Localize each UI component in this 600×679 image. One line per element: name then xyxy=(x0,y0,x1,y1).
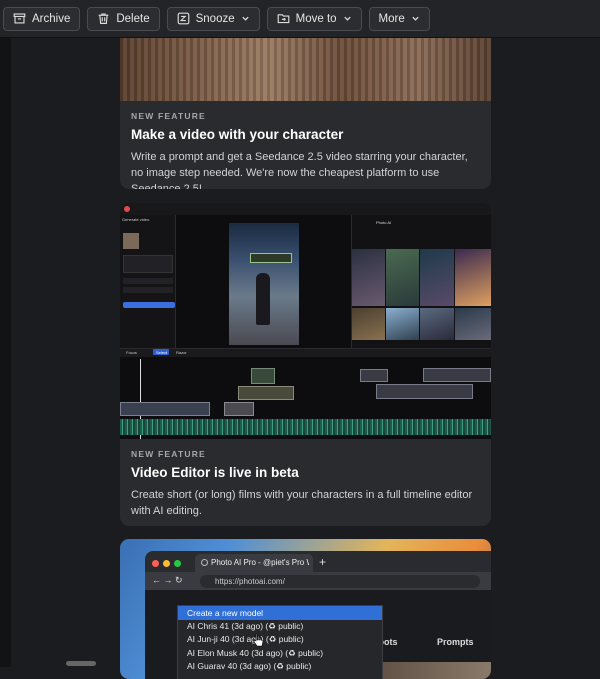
chevron-down-icon xyxy=(412,16,419,21)
feature-title: Video Editor is live in beta xyxy=(131,465,299,480)
airport-sign xyxy=(250,253,292,263)
settings-row xyxy=(123,287,173,293)
timeline-clip xyxy=(376,384,473,399)
archive-label: Archive xyxy=(32,12,71,25)
model-option: AI Chris 41 (3d ago) (♻ public) xyxy=(187,620,304,631)
trash-icon xyxy=(98,13,109,24)
media-thumb xyxy=(386,249,419,306)
archive-button[interactable]: Archive xyxy=(3,6,81,31)
chevron-down-icon xyxy=(241,16,249,21)
email-toolbar: Archive Delete Snooze Move to More xyxy=(0,0,600,38)
feature-image xyxy=(120,30,491,101)
timeline-clip xyxy=(238,386,294,400)
timeline-clip xyxy=(224,402,254,416)
desktop-wallpaper: Photo AI Pro - @piet's Pro Wo + ← → ↻ ht… xyxy=(120,539,491,679)
maximize-window-icon xyxy=(174,560,181,567)
chevron-down-icon xyxy=(343,16,351,21)
generate-video-button xyxy=(123,302,175,308)
media-thumb xyxy=(420,249,454,306)
feature-description: Write a prompt and get a Seedance 2.5 vi… xyxy=(131,151,468,189)
timeline-clip xyxy=(251,368,275,384)
timeline-clip xyxy=(120,402,210,416)
model-option: AI Elon Musk 40 (3d ago) (♻ public) xyxy=(187,647,324,658)
more-label: More xyxy=(378,12,405,25)
move-to-label: Move to xyxy=(295,12,337,25)
media-thumb xyxy=(455,308,491,340)
create-model-option: Create a new model xyxy=(178,606,382,620)
model-option: AI Jun-ji 40 (3d ago) (♻ public) xyxy=(187,634,304,645)
editor-topbar xyxy=(120,203,491,215)
horizontal-scrollbar[interactable] xyxy=(66,661,96,666)
panel-title: Generate video xyxy=(122,217,150,222)
move-to-button[interactable]: Move to xyxy=(266,6,362,31)
model-dropdown: Create a new model AI Chris 41 (3d ago) … xyxy=(177,605,383,679)
media-thumb xyxy=(420,308,454,340)
archive-icon xyxy=(13,13,26,24)
settings-row xyxy=(123,278,173,284)
browser-window: Photo AI Pro - @piet's Pro Wo + ← → ↻ ht… xyxy=(145,551,491,679)
media-tab: Photo AI xyxy=(376,220,392,225)
snooze-icon xyxy=(177,12,189,25)
close-window-icon xyxy=(152,560,159,567)
feature-card-video-editor[interactable]: Generate video Photo AI Focus Select Raz… xyxy=(120,203,491,526)
feature-card-photoai[interactable]: Photo AI Pro - @piet's Pro Wo + ← → ↻ ht… xyxy=(120,539,491,679)
timeline-clip xyxy=(360,369,388,382)
media-thumb xyxy=(386,308,419,340)
character-thumbnail xyxy=(123,233,139,249)
video-editor-screenshot: Generate video Photo AI Focus Select Raz… xyxy=(120,203,491,439)
new-tab-icon: + xyxy=(319,555,327,569)
nav-tab-prompts: Prompts xyxy=(437,637,474,647)
media-thumb xyxy=(352,308,385,340)
timeline-tool: Razor xyxy=(176,350,187,355)
prompt-box xyxy=(123,255,173,273)
feature-title: Make a video with your character xyxy=(131,127,344,142)
snooze-button[interactable]: Snooze xyxy=(166,6,260,31)
nav-arrows-icon: ← → ↻ xyxy=(152,575,183,585)
audio-waveform xyxy=(120,419,491,435)
app-logo-icon xyxy=(124,206,130,212)
tab-title: Photo AI Pro - @piet's Pro Wo xyxy=(211,558,309,567)
feature-description: Create short (or long) films with your c… xyxy=(131,489,473,517)
timeline-tool: Select xyxy=(156,350,168,355)
media-thumb xyxy=(352,249,385,306)
sidebar-edge xyxy=(0,38,11,667)
feature-tag: NEW FEATURE xyxy=(131,111,206,121)
snooze-label: Snooze xyxy=(195,12,235,25)
delete-label: Delete xyxy=(116,12,150,25)
timeline-clip xyxy=(423,368,491,382)
hand-cursor-icon xyxy=(253,633,264,647)
feature-tag: NEW FEATURE xyxy=(131,449,206,459)
timeline-tool: Focus xyxy=(126,350,137,355)
url-text: https://photoai.com/ xyxy=(215,577,285,586)
more-button[interactable]: More xyxy=(368,6,430,31)
minimize-window-icon xyxy=(163,560,170,567)
folder-move-icon xyxy=(277,14,289,24)
feature-card-character-video[interactable]: NEW FEATURE Make a video with your chara… xyxy=(120,30,491,189)
delete-button[interactable]: Delete xyxy=(87,6,160,31)
media-thumb xyxy=(455,249,491,306)
person-silhouette xyxy=(256,273,270,325)
globe-icon xyxy=(201,559,208,566)
